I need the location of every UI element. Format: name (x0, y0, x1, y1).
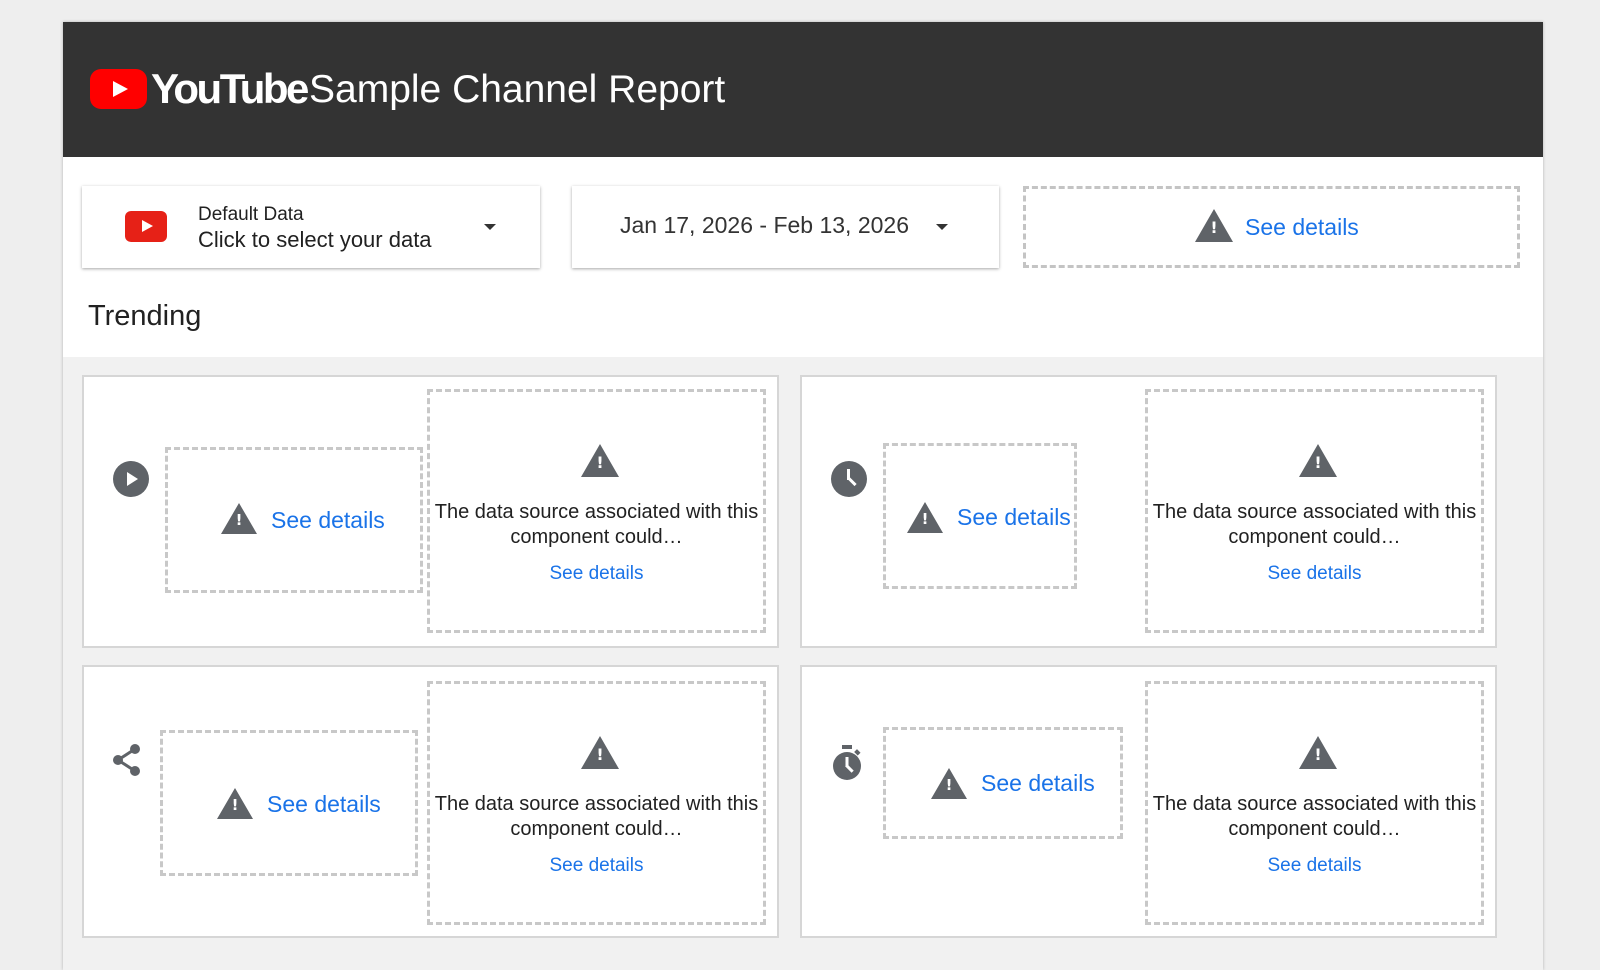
warning-icon (907, 502, 943, 533)
warning-icon (581, 736, 619, 769)
warning-icon (1195, 209, 1233, 242)
chart-error-placeholder: The data source associated with this com… (427, 681, 766, 925)
see-details-link[interactable]: See details (430, 563, 763, 585)
chart-error-placeholder: The data source associated with this com… (427, 389, 766, 633)
date-range-selector[interactable]: Jan 17, 2026 - Feb 13, 2026 (572, 186, 999, 268)
warning-icon (1299, 736, 1337, 769)
see-details-link[interactable]: See details (271, 507, 385, 534)
trending-grid: See details The data source associated w… (63, 357, 1543, 970)
see-details-link[interactable]: See details (1148, 563, 1481, 585)
see-details-link[interactable]: See details (1245, 214, 1359, 241)
see-details-link[interactable]: See details (430, 855, 763, 877)
stat-error-placeholder: See details (165, 447, 423, 593)
report-title: Sample Channel Report (309, 68, 726, 111)
warning-icon (581, 444, 619, 477)
warning-icon (217, 788, 253, 819)
stat-error-placeholder: See details (883, 727, 1123, 839)
youtube-wordmark: YouTube (151, 65, 309, 112)
warning-icon (1299, 444, 1337, 477)
date-range-value: Jan 17, 2026 - Feb 13, 2026 (620, 212, 909, 238)
share-icon (113, 744, 140, 776)
play-circle-icon (113, 461, 149, 497)
chart-error-placeholder: The data source associated with this com… (1145, 389, 1484, 633)
chevron-down-icon (484, 224, 496, 230)
scorecard-error-placeholder: See details (1023, 186, 1520, 268)
stat-error-placeholder: See details (160, 730, 418, 876)
warning-icon (221, 503, 257, 534)
data-source-value: Click to select your data (198, 227, 432, 252)
youtube-source-icon (125, 211, 167, 242)
warning-icon (931, 768, 967, 799)
see-details-link[interactable]: See details (981, 770, 1095, 797)
error-message: The data source associated with this com… (434, 793, 759, 840)
report-page: YouTube Sample Channel Report Default Da… (63, 22, 1543, 970)
data-source-selector[interactable]: Default Data Click to select your data (82, 186, 540, 268)
section-title: Trending (88, 300, 202, 332)
chevron-down-icon (936, 224, 948, 230)
error-message: The data source associated with this com… (1152, 793, 1477, 840)
report-header: YouTube Sample Channel Report (63, 22, 1543, 157)
error-message: The data source associated with this com… (1152, 501, 1477, 548)
see-details-link[interactable]: See details (267, 791, 381, 818)
metric-card-avg-duration: See details The data source associated w… (800, 665, 1497, 938)
timer-icon (833, 745, 861, 780)
see-details-link[interactable]: See details (1148, 855, 1481, 877)
youtube-play-logo-icon (90, 69, 147, 109)
data-source-label: Default Data (198, 204, 304, 225)
clock-icon (831, 461, 867, 497)
chart-error-placeholder: The data source associated with this com… (1145, 681, 1484, 925)
error-message: The data source associated with this com… (434, 501, 759, 548)
metric-card-views: See details The data source associated w… (82, 375, 779, 648)
stat-error-placeholder: See details (883, 443, 1077, 589)
see-details-link[interactable]: See details (957, 504, 1071, 531)
metric-card-shares: See details The data source associated w… (82, 665, 779, 938)
metric-card-watch-time: See details The data source associated w… (800, 375, 1497, 648)
